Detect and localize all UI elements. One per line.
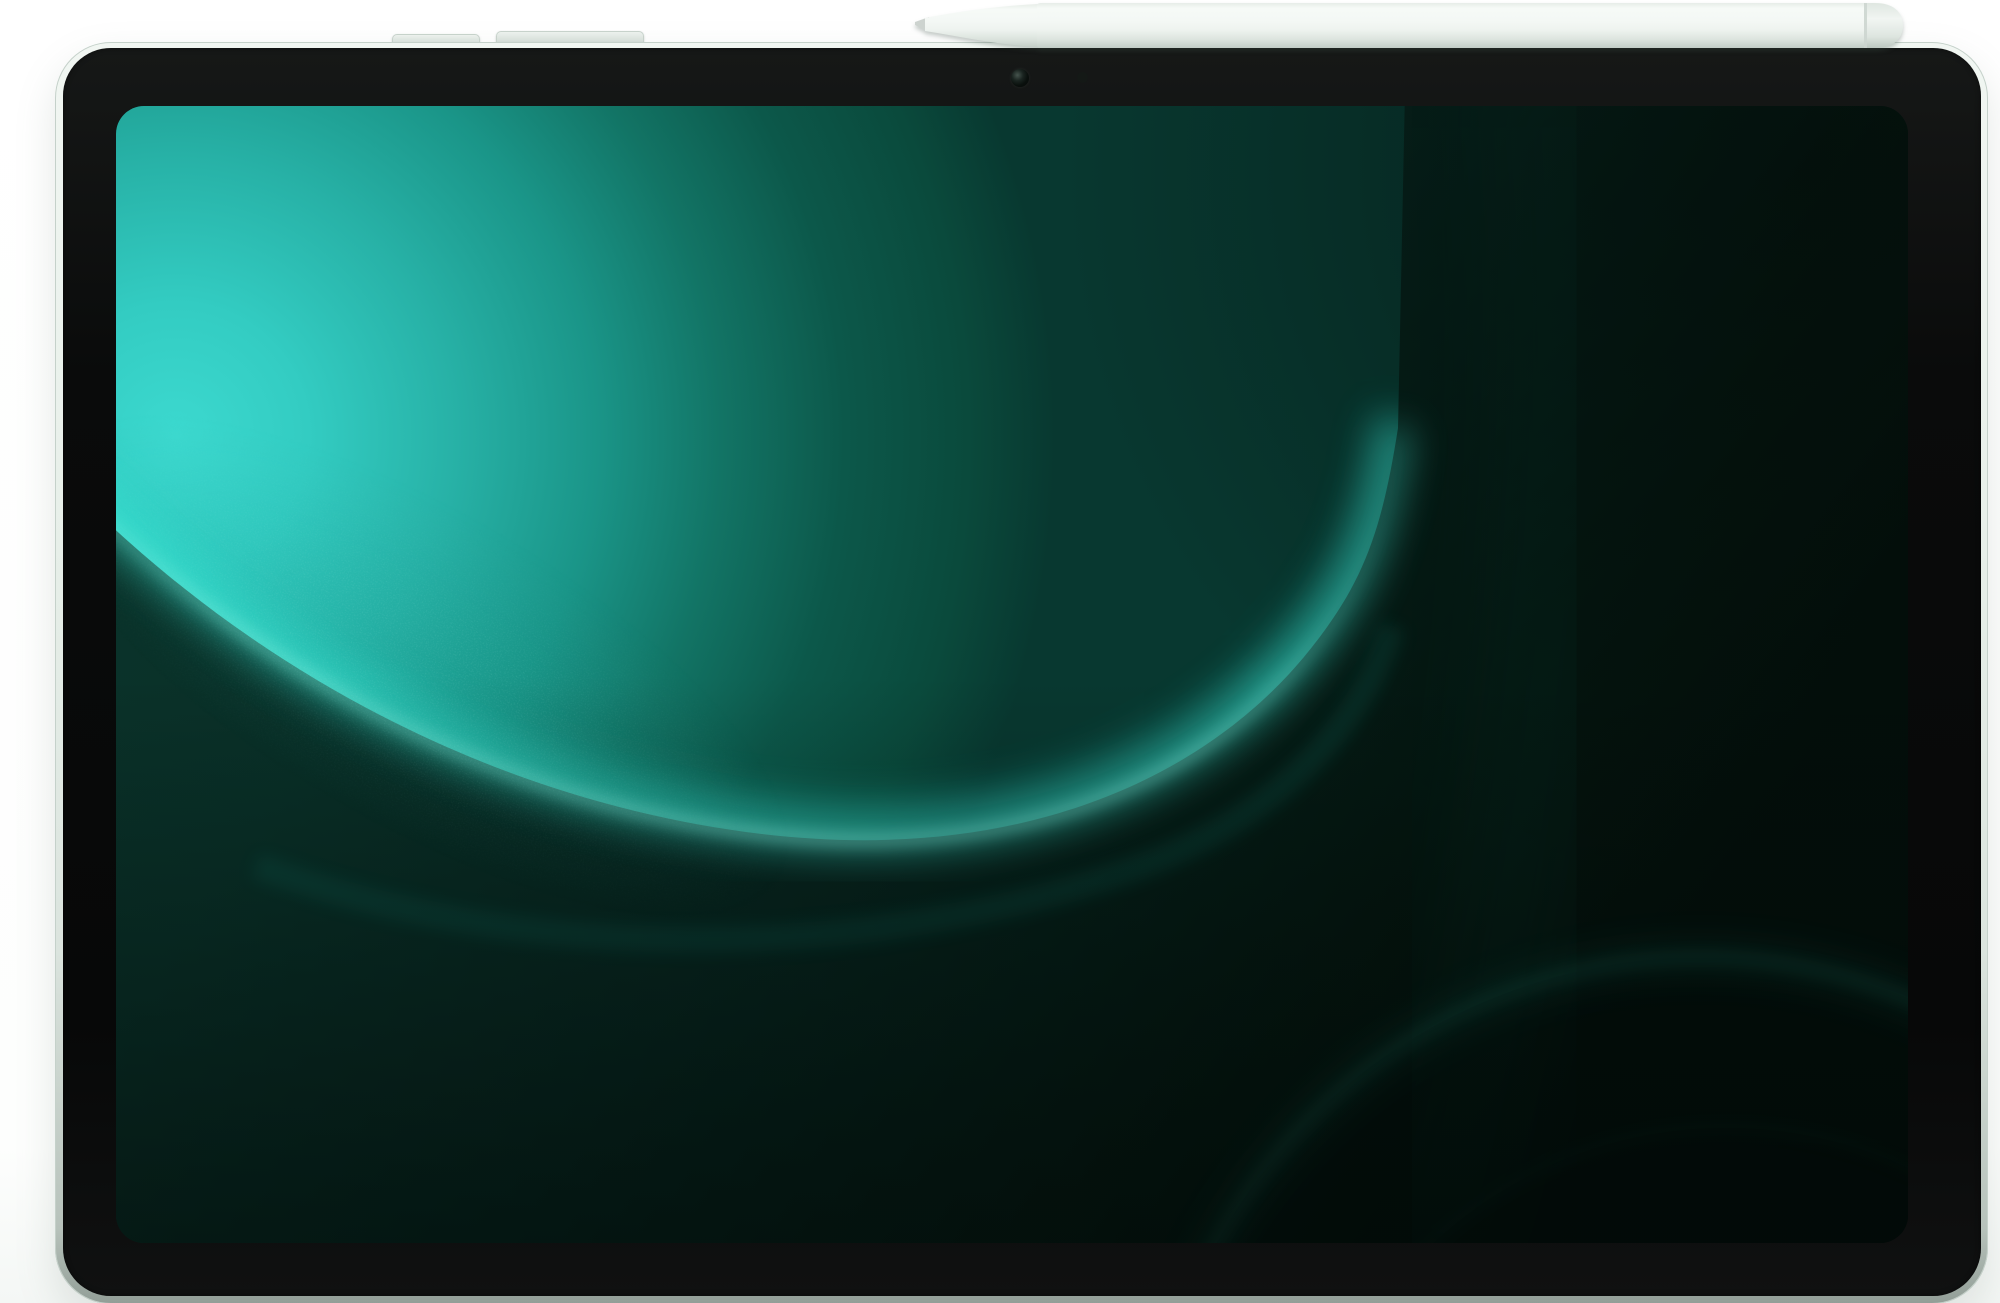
- s-pen: [913, 1, 1905, 51]
- wallpaper-bottom-vignette: [116, 106, 1908, 1243]
- s-pen-body: [1037, 3, 1867, 48]
- scene-background: [0, 0, 2000, 1303]
- s-pen-tip-cone: [925, 4, 1039, 47]
- tablet-screen: [116, 106, 1908, 1243]
- s-pen-seam: [1864, 3, 1867, 48]
- wallpaper-graphic: [116, 106, 1908, 1243]
- light-sensor: [1077, 72, 1088, 83]
- front-camera: [1011, 69, 1029, 87]
- s-pen-cap: [1867, 3, 1903, 48]
- tablet-device: [55, 42, 1988, 1303]
